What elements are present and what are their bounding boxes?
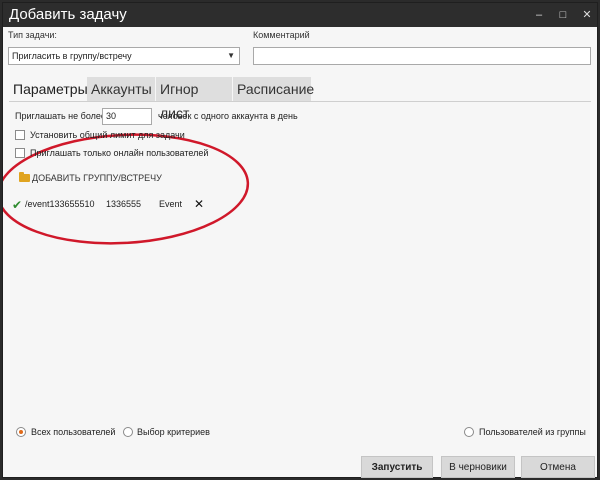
red-annotation-ellipse [3, 133, 250, 245]
tab-divider [9, 101, 591, 102]
tab-ignore-list[interactable]: Игнор лист [156, 77, 232, 121]
checkmark-icon: ✔ [12, 198, 23, 212]
invite-limit-suffix: человек с одного аккаунта в день [158, 111, 298, 121]
group-entry-type: Event [159, 199, 183, 209]
radio-criteria-label: Выбор критериев [137, 427, 210, 437]
save-draft-button[interactable]: В черновики [441, 456, 515, 478]
radio-criteria[interactable] [123, 427, 133, 437]
radio-all-users-label: Всех пользователей [31, 427, 116, 437]
dropdown-arrow-icon: ▼ [227, 51, 235, 60]
invite-limit-prefix: Приглашать не более [15, 111, 106, 121]
radio-group-users-label: Пользователей из группы [479, 427, 586, 437]
maximize-icon[interactable]: □ [551, 3, 575, 27]
tab-schedule[interactable]: Расписание [233, 77, 314, 101]
invite-count-input[interactable]: 30 [102, 108, 152, 125]
common-limit-label: Установить общий лимит для задачи [30, 130, 185, 140]
window-title: Добавить задачу [9, 6, 127, 23]
start-button[interactable]: Запустить [361, 456, 433, 478]
cancel-button[interactable]: Отмена [521, 456, 595, 478]
remove-icon[interactable]: ✕ [194, 197, 204, 211]
online-only-checkbox[interactable] [15, 148, 25, 158]
online-only-label: Приглашать только онлайн пользователей [30, 148, 209, 158]
tab-parameters[interactable]: Параметры [9, 77, 88, 101]
title-bar: Добавить задачу – □ ✕ [3, 3, 597, 27]
comment-input[interactable] [253, 47, 591, 65]
close-icon[interactable]: ✕ [575, 3, 599, 27]
add-task-dialog: Добавить задачу – □ ✕ Тип задачи: Пригла… [2, 2, 598, 478]
group-entry-path: /event133655510 [25, 199, 95, 209]
comment-label: Комментарий [253, 30, 310, 40]
task-type-value: Пригласить в группу/встречу [12, 51, 132, 61]
task-type-label: Тип задачи: [8, 30, 57, 40]
group-entry-id: 1336555 [106, 199, 142, 209]
add-group-link[interactable]: ДОБАВИТЬ ГРУППУ/ВСТРЕЧУ [32, 173, 162, 183]
tab-accounts[interactable]: Аккаунты [87, 77, 155, 101]
radio-group-users[interactable] [464, 427, 474, 437]
task-type-select[interactable]: Пригласить в группу/встречу ▼ [8, 47, 240, 65]
common-limit-checkbox[interactable] [15, 130, 25, 140]
folder-icon [19, 172, 30, 182]
radio-all-users[interactable] [16, 427, 26, 437]
minimize-icon[interactable]: – [527, 3, 551, 27]
